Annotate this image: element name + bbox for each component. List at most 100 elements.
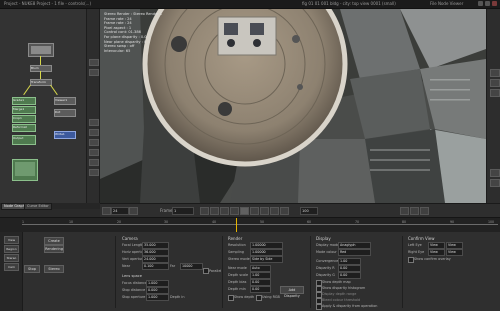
settings-icon[interactable]: [129, 207, 138, 215]
viewer-title: fig 01 01 001 bldg - city: top view 0001…: [302, 1, 396, 6]
node-item[interactable]: Grade1: [12, 97, 36, 105]
node-item[interactable]: Merge1: [12, 106, 36, 114]
stop-distance-field[interactable]: 0.000: [146, 287, 169, 294]
tool-button-icon[interactable]: [89, 119, 99, 126]
field-label: Sampling: [228, 250, 244, 254]
menu-text[interactable]: File Node Viewer: [430, 1, 463, 6]
left-eye-select[interactable]: View: [428, 242, 445, 249]
node-item[interactable]: Reformat: [12, 124, 36, 132]
stop-aperture-field[interactable]: 1.000: [146, 294, 169, 301]
maximize-icon[interactable]: [485, 1, 490, 6]
node-item[interactable]: Crop1: [12, 115, 36, 123]
channel-icon[interactable]: [490, 169, 500, 177]
resolution-field[interactable]: 1.00000: [250, 242, 283, 249]
range-icon[interactable]: [420, 207, 429, 215]
display-mode-select[interactable]: Anaglyph: [338, 242, 371, 249]
divider: [115, 236, 116, 308]
checkbox-label: Apply & disparity from operation: [322, 304, 378, 308]
field-label: Mode colour: [316, 250, 337, 254]
tool-button-icon[interactable]: [89, 169, 99, 176]
timeline-playhead[interactable]: [236, 218, 238, 232]
node-graph-panel[interactable]: Blur1 Transform Grade1 Merge1 Crop1 Refo…: [0, 9, 87, 203]
stereo-button[interactable]: Stereo: [44, 265, 64, 273]
title-bar: Project - NUKE8 Project - 1 file - contr…: [0, 0, 500, 9]
tool-button-icon[interactable]: [89, 159, 99, 166]
node-connection: [50, 84, 58, 96]
node-item[interactable]: Viewer1: [54, 97, 76, 105]
node-item[interactable]: Blur1: [30, 65, 52, 72]
near-field[interactable]: 0.100: [142, 263, 169, 270]
left-eye-select-2[interactable]: View: [446, 242, 463, 249]
first-frame-icon[interactable]: [200, 207, 209, 215]
depth-scale-field[interactable]: 1.00: [250, 272, 271, 279]
tool-button-icon[interactable]: [89, 149, 99, 156]
node-read-thumbnail[interactable]: [28, 43, 54, 57]
zoom-out-icon[interactable]: [490, 79, 500, 87]
checkbox-label: Show depth: [234, 295, 255, 299]
add-disparity-button[interactable]: Add Disparity: [280, 286, 304, 298]
sampling-field[interactable]: 1.00000: [250, 249, 283, 256]
last-frame-icon[interactable]: [280, 207, 289, 215]
field-label: Far: [170, 264, 176, 268]
disparity-r-field[interactable]: 0.00: [338, 265, 361, 272]
close-icon[interactable]: [492, 1, 497, 6]
zoom-in-icon[interactable]: [490, 69, 500, 77]
camera-tool-icon[interactable]: Cam: [4, 263, 19, 271]
stereo-mode-select[interactable]: Side by Side: [250, 256, 283, 263]
end-frame-field[interactable]: 100: [300, 207, 318, 215]
play-icon[interactable]: [250, 207, 259, 215]
timeline[interactable]: 1 10 20 30 40 50 60 70 80 90 100: [0, 217, 500, 233]
node-preview-thumbnail[interactable]: [12, 159, 38, 181]
region-tool-icon[interactable]: Region: [4, 245, 19, 253]
convergence-field[interactable]: 1.00: [338, 258, 361, 265]
stereo-tool-icon[interactable]: Stereo: [4, 254, 19, 262]
stop-icon[interactable]: [240, 207, 249, 215]
next-frame-icon[interactable]: [260, 207, 269, 215]
transport-bar: 24 Frame 1 100: [100, 203, 500, 217]
timeline-tick: 80: [402, 220, 407, 224]
loop-icon[interactable]: [400, 207, 409, 215]
tool-button-icon[interactable]: [89, 129, 99, 136]
fit-icon[interactable]: [490, 89, 500, 97]
vert-aperture-field[interactable]: 24.000: [142, 256, 169, 263]
depth-bias-field[interactable]: 0.00: [250, 279, 271, 286]
focal-length-field[interactable]: 35.000: [142, 242, 169, 249]
prev-key-icon[interactable]: [210, 207, 219, 215]
disparity-g-field[interactable]: 0.00: [338, 272, 361, 279]
view-tool-icon[interactable]: View: [4, 236, 19, 244]
tool-button-icon[interactable]: [89, 59, 99, 66]
bounce-icon[interactable]: [410, 207, 419, 215]
field-label: Focus distance: [122, 281, 148, 285]
tool-button-icon[interactable]: [89, 69, 99, 76]
create-button[interactable]: Create: [44, 237, 64, 245]
rendering-button[interactable]: Rendering: [44, 245, 64, 253]
right-eye-select[interactable]: View: [428, 249, 445, 256]
node-item[interactable]: Dot: [54, 109, 76, 117]
play-mode-icon[interactable]: [102, 207, 111, 215]
frame-field[interactable]: 1: [172, 207, 194, 215]
right-eye-select-2[interactable]: View: [446, 249, 463, 256]
node-connection: [40, 71, 41, 79]
node-item[interactable]: Write1: [54, 131, 76, 139]
checkbox-label: Show depth map: [322, 280, 351, 284]
next-key-icon[interactable]: [270, 207, 279, 215]
node-item[interactable]: Transform: [30, 79, 52, 86]
node-item[interactable]: Output: [12, 135, 36, 145]
minimize-icon[interactable]: [478, 1, 483, 6]
divider: [222, 236, 223, 308]
play-back-icon[interactable]: [230, 207, 239, 215]
depth-min-field[interactable]: 0.00: [250, 286, 271, 293]
far-field[interactable]: 10000: [180, 263, 203, 270]
lut-icon[interactable]: [490, 179, 500, 187]
tool-button-icon[interactable]: [89, 139, 99, 146]
field-label: Stop aperture: [122, 295, 146, 299]
section-render-title: Render: [228, 236, 243, 241]
mode-colour-select[interactable]: Red: [338, 249, 371, 256]
tab-curve-editor[interactable]: Curve Editor: [24, 203, 52, 210]
prev-frame-icon[interactable]: [220, 207, 229, 215]
stop-button[interactable]: Stop: [24, 265, 40, 273]
focus-distance-field[interactable]: 1.000: [146, 280, 169, 287]
fps-field[interactable]: 24: [111, 207, 129, 215]
horiz-aperture-field[interactable]: 36.000: [142, 249, 169, 256]
near-mode-select[interactable]: Auto: [250, 265, 271, 272]
